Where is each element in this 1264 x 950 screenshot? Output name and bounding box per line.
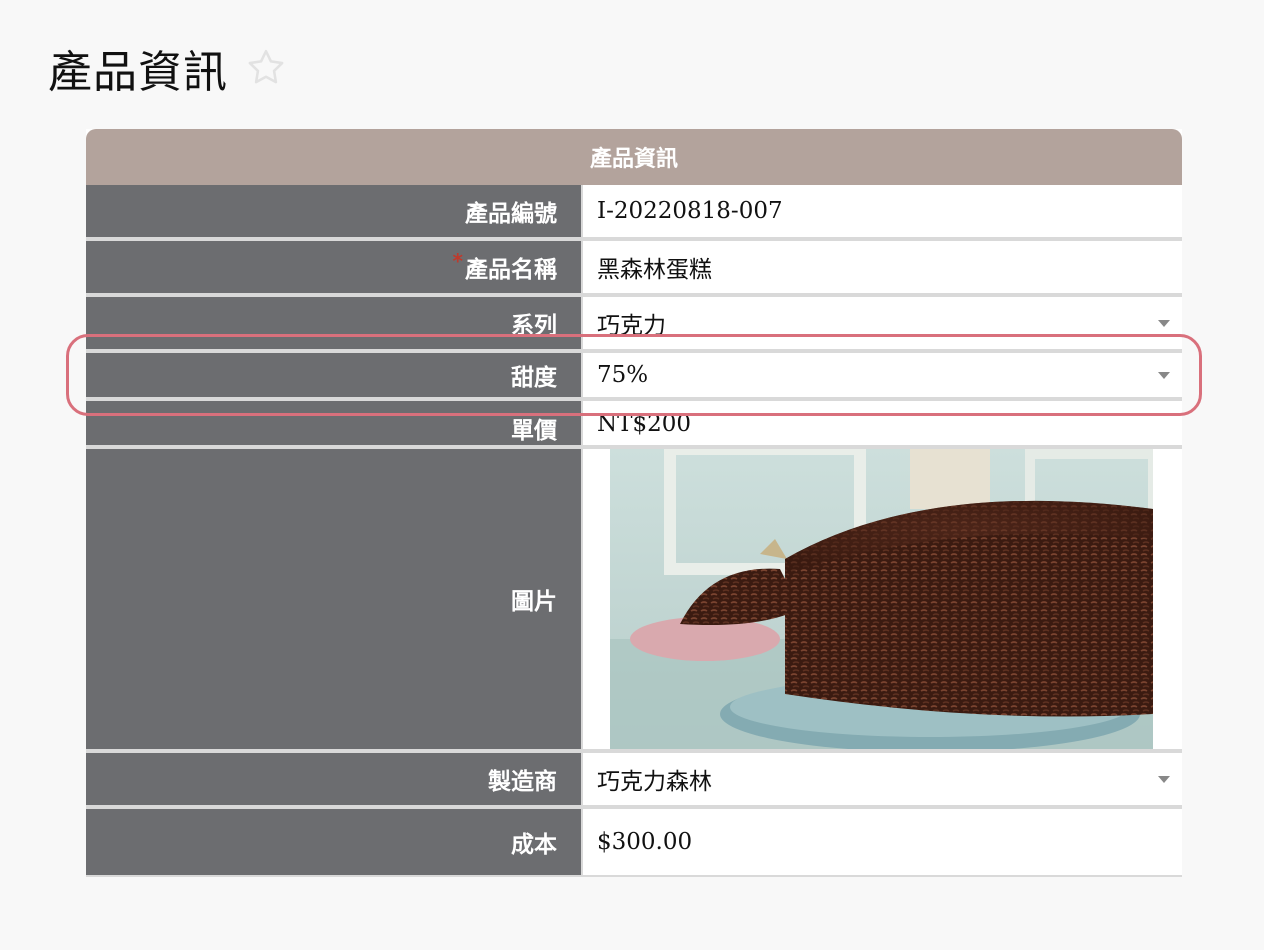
- cost-field[interactable]: $300.00: [583, 809, 1182, 875]
- row-product-id: 產品編號 I-20220818-007: [86, 185, 1182, 241]
- page-title: 產品資訊: [48, 47, 228, 98]
- sweetness-select[interactable]: 75%: [583, 353, 1182, 397]
- required-mark: *: [452, 249, 463, 273]
- label-image: 圖片: [86, 449, 583, 749]
- chevron-down-icon: [1158, 372, 1170, 379]
- chevron-down-icon: [1158, 320, 1170, 327]
- unit-price-field[interactable]: NT$200: [583, 401, 1182, 445]
- manufacturer-value: 巧克力森林: [597, 769, 712, 795]
- label-unit-price: 單價: [86, 401, 583, 445]
- label-text: 製造商: [488, 769, 557, 795]
- label-text: 圖片: [511, 589, 557, 615]
- product-id-value: I-20220818-007: [597, 198, 783, 224]
- label-text: 產品編號: [465, 201, 557, 227]
- sweetness-value: 75%: [597, 362, 649, 388]
- label-manufacturer: 製造商: [86, 753, 583, 805]
- cost-value: $300.00: [597, 829, 693, 855]
- row-cost: 成本 $300.00: [86, 809, 1182, 877]
- series-select[interactable]: 巧克力: [583, 297, 1182, 349]
- label-text: 成本: [511, 832, 557, 858]
- product-name-field[interactable]: 黑森林蛋糕: [583, 241, 1182, 293]
- row-unit-price: 單價 NT$200: [86, 401, 1182, 449]
- product-id-field[interactable]: I-20220818-007: [583, 185, 1182, 237]
- chevron-down-icon: [1158, 776, 1170, 783]
- label-product-name: * 產品名稱: [86, 241, 583, 293]
- image-field[interactable]: [583, 449, 1182, 749]
- label-text: 產品名稱: [465, 257, 557, 283]
- label-sweetness: 甜度: [86, 353, 583, 397]
- section-header: 產品資訊: [86, 129, 1182, 185]
- label-text: 甜度: [511, 365, 557, 391]
- row-sweetness: 甜度 75%: [86, 353, 1182, 401]
- product-name-value: 黑森林蛋糕: [597, 257, 712, 283]
- label-series: 系列: [86, 297, 583, 349]
- row-manufacturer: 製造商 巧克力森林: [86, 753, 1182, 809]
- series-value: 巧克力: [597, 313, 666, 339]
- manufacturer-select[interactable]: 巧克力森林: [583, 753, 1182, 805]
- row-product-name: * 產品名稱 黑森林蛋糕: [86, 241, 1182, 297]
- row-image: 圖片: [86, 449, 1182, 753]
- product-photo[interactable]: [610, 449, 1153, 749]
- row-series: 系列 巧克力: [86, 297, 1182, 353]
- page-header: 產品資訊: [48, 38, 288, 98]
- label-text: 系列: [511, 313, 557, 339]
- product-info-card: 產品資訊 產品編號 I-20220818-007 * 產品名稱 黑森林蛋糕 系列…: [86, 129, 1182, 877]
- label-text: 單價: [511, 418, 557, 444]
- label-cost: 成本: [86, 809, 583, 875]
- unit-price-value: NT$200: [597, 411, 691, 437]
- cake-image: [610, 449, 1153, 749]
- star-icon[interactable]: [244, 46, 288, 90]
- label-product-id: 產品編號: [86, 185, 583, 237]
